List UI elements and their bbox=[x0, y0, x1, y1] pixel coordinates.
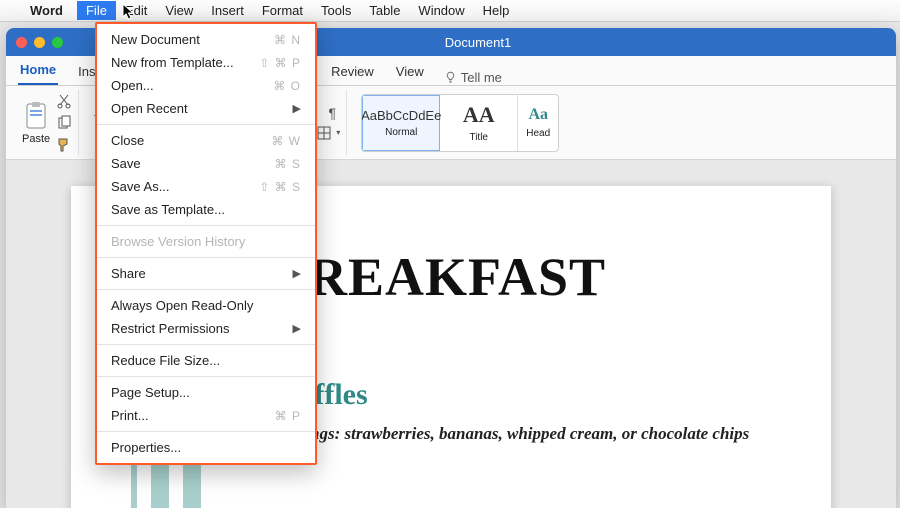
menu-separator bbox=[97, 431, 315, 432]
style-heading[interactable]: Aa Head bbox=[518, 95, 558, 151]
menu-separator bbox=[97, 257, 315, 258]
chevron-right-icon: ▶ bbox=[293, 322, 301, 335]
file-menu-dropdown: New Document⌘ N New from Template...⇧ ⌘ … bbox=[95, 22, 317, 465]
clipboard-group: Paste bbox=[16, 90, 79, 155]
borders-icon[interactable] bbox=[316, 125, 332, 141]
file-menu-new-from-template[interactable]: New from Template...⇧ ⌘ P bbox=[97, 51, 315, 74]
tell-me[interactable]: Tell me bbox=[444, 70, 502, 85]
file-menu-print[interactable]: Print...⌘ P bbox=[97, 404, 315, 427]
mouse-cursor-icon bbox=[122, 3, 136, 21]
file-menu-close[interactable]: Close⌘ W bbox=[97, 129, 315, 152]
chevron-right-icon: ▶ bbox=[293, 267, 301, 280]
style-normal[interactable]: AaBbCcDdEe Normal bbox=[362, 95, 440, 151]
file-menu-open-recent[interactable]: Open Recent▶ bbox=[97, 97, 315, 120]
menubar-file[interactable]: File bbox=[77, 1, 116, 20]
menubar-tools[interactable]: Tools bbox=[312, 1, 360, 20]
menubar-help[interactable]: Help bbox=[474, 1, 519, 20]
menubar-window[interactable]: Window bbox=[409, 1, 473, 20]
menu-separator bbox=[97, 289, 315, 290]
file-menu-save-as[interactable]: Save As...⇧ ⌘ S bbox=[97, 175, 315, 198]
window-close-button[interactable] bbox=[16, 37, 27, 48]
file-menu-browse-version-history: Browse Version History bbox=[97, 230, 315, 253]
file-menu-save[interactable]: Save⌘ S bbox=[97, 152, 315, 175]
doc-toppings[interactable]: Toppings: strawberries, bananas, whipped… bbox=[271, 422, 791, 446]
tab-view[interactable]: View bbox=[394, 58, 426, 85]
doc-subheading[interactable]: Waffles bbox=[271, 378, 791, 412]
menubar-format[interactable]: Format bbox=[253, 1, 312, 20]
file-menu-save-as-template[interactable]: Save as Template... bbox=[97, 198, 315, 221]
window-minimize-button[interactable] bbox=[34, 37, 45, 48]
copy-icon[interactable] bbox=[56, 115, 72, 131]
menu-separator bbox=[97, 124, 315, 125]
file-menu-open[interactable]: Open...⌘ O bbox=[97, 74, 315, 97]
file-menu-always-open-read-only[interactable]: Always Open Read-Only bbox=[97, 294, 315, 317]
menu-separator bbox=[97, 376, 315, 377]
file-menu-new-document[interactable]: New Document⌘ N bbox=[97, 28, 315, 51]
paste-button[interactable]: Paste bbox=[22, 101, 50, 145]
style-title[interactable]: AA Title bbox=[440, 95, 518, 151]
tab-review[interactable]: Review bbox=[329, 58, 376, 85]
menu-separator bbox=[97, 225, 315, 226]
window-zoom-button[interactable] bbox=[52, 37, 63, 48]
lightbulb-icon bbox=[444, 71, 457, 84]
file-menu-restrict-permissions[interactable]: Restrict Permissions▶ bbox=[97, 317, 315, 340]
doc-heading[interactable]: BREAKFAST bbox=[271, 246, 791, 308]
file-menu-page-setup[interactable]: Page Setup... bbox=[97, 381, 315, 404]
menu-separator bbox=[97, 344, 315, 345]
cut-icon[interactable] bbox=[56, 93, 72, 109]
format-painter-icon[interactable] bbox=[56, 137, 72, 153]
menubar-insert[interactable]: Insert bbox=[202, 1, 253, 20]
clipboard-icon bbox=[23, 101, 49, 131]
menubar-view[interactable]: View bbox=[156, 1, 202, 20]
menubar-table[interactable]: Table bbox=[360, 1, 409, 20]
chevron-right-icon: ▶ bbox=[293, 102, 301, 115]
file-menu-properties[interactable]: Properties... bbox=[97, 436, 315, 459]
menubar-app-name[interactable]: Word bbox=[22, 1, 71, 20]
show-paragraph-marks-icon[interactable]: ¶ bbox=[324, 105, 340, 121]
tab-home[interactable]: Home bbox=[18, 56, 58, 85]
styles-group: AaBbCcDdEe Normal AA Title Aa Head bbox=[355, 90, 565, 155]
file-menu-share[interactable]: Share▶ bbox=[97, 262, 315, 285]
file-menu-reduce-file-size[interactable]: Reduce File Size... bbox=[97, 349, 315, 372]
